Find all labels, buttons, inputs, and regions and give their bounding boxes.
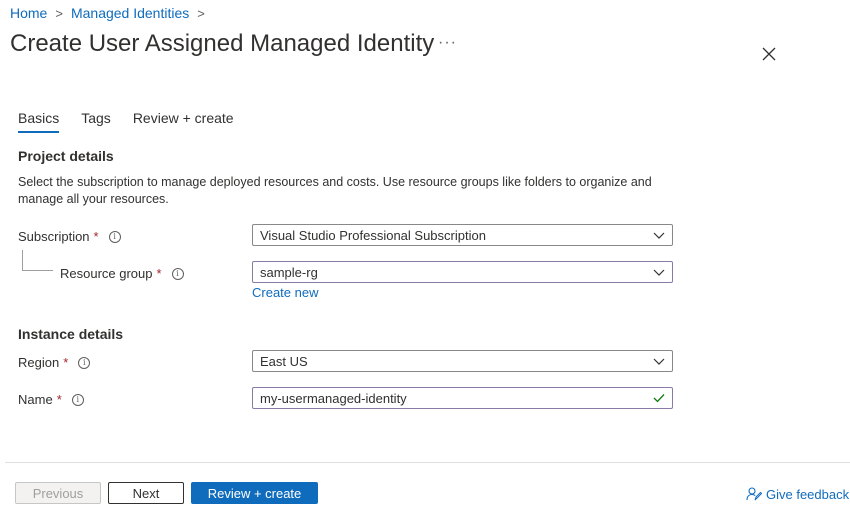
info-icon[interactable]: i <box>108 230 121 243</box>
required-marker: * <box>93 229 99 244</box>
resource-group-label: Resource group * i <box>60 266 184 281</box>
name-value: my-usermanaged-identity <box>260 390 407 406</box>
next-button[interactable]: Next <box>108 482 184 504</box>
name-input[interactable]: my-usermanaged-identity <box>252 387 673 409</box>
info-icon[interactable]: i <box>78 356 91 369</box>
breadcrumb-home-link[interactable]: Home <box>10 5 47 21</box>
give-feedback-label: Give feedback <box>766 486 850 502</box>
chevron-right-icon: > <box>55 5 63 21</box>
info-icon[interactable]: i <box>171 267 184 280</box>
region-label: Region * i <box>18 355 91 370</box>
tab-bar: Basics Tags Review + create <box>18 110 256 133</box>
more-options-icon[interactable]: ··· <box>438 34 457 52</box>
tab-basics[interactable]: Basics <box>18 110 60 133</box>
close-icon[interactable] <box>760 45 778 63</box>
name-label-text: Name <box>18 392 53 407</box>
subscription-value: Visual Studio Professional Subscription <box>260 227 486 243</box>
resource-group-dropdown[interactable]: sample-rg <box>252 261 673 283</box>
required-marker: * <box>56 392 62 407</box>
breadcrumb-managed-identities-link[interactable]: Managed Identities <box>71 5 189 21</box>
instance-details-heading: Instance details <box>18 326 124 342</box>
previous-button[interactable]: Previous <box>15 482 101 504</box>
create-new-link[interactable]: Create new <box>252 285 318 300</box>
subscription-label: Subscription * i <box>18 229 121 244</box>
tab-review-create[interactable]: Review + create <box>133 110 234 132</box>
give-feedback-link[interactable]: Give feedback <box>746 486 849 502</box>
info-icon[interactable]: i <box>71 393 84 406</box>
breadcrumb: Home > Managed Identities > <box>10 5 205 21</box>
name-label: Name * i <box>18 392 84 407</box>
chevron-down-icon <box>653 269 665 276</box>
subscription-dropdown[interactable]: Visual Studio Professional Subscription <box>252 224 673 246</box>
project-details-description: Select the subscription to manage deploy… <box>18 175 652 206</box>
chevron-down-icon <box>653 232 665 239</box>
chevron-right-icon: > <box>197 5 205 21</box>
tab-tags[interactable]: Tags <box>81 110 111 132</box>
required-marker: * <box>156 266 162 281</box>
page-title: Create User Assigned Managed Identity <box>10 30 435 57</box>
required-marker: * <box>63 355 69 370</box>
chevron-down-icon <box>653 358 665 365</box>
project-details-heading: Project details <box>18 148 114 164</box>
region-value: East US <box>260 353 308 369</box>
subscription-label-text: Subscription <box>18 229 90 244</box>
region-label-text: Region <box>18 355 60 370</box>
review-create-button[interactable]: Review + create <box>191 482 318 504</box>
tree-connector <box>22 250 53 271</box>
footer-divider <box>5 462 850 463</box>
region-dropdown[interactable]: East US <box>252 350 673 372</box>
resource-group-value: sample-rg <box>260 264 318 280</box>
resource-group-label-text: Resource group <box>60 266 153 281</box>
checkmark-icon <box>653 394 665 403</box>
feedback-icon <box>746 487 762 501</box>
